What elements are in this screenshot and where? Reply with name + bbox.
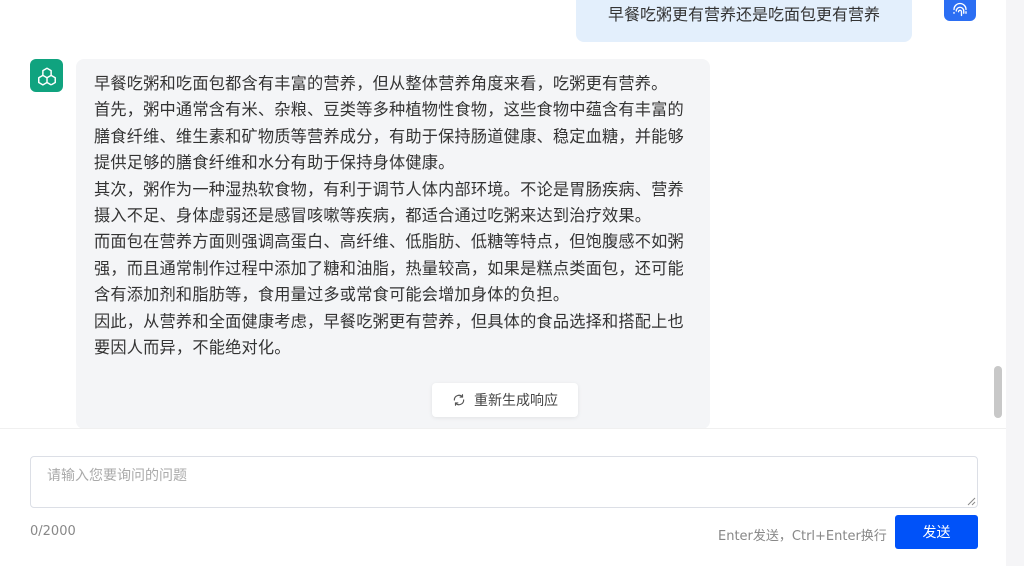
char-count: 0/2000 bbox=[30, 524, 76, 539]
keyboard-hint: Enter发送，Ctrl+Enter换行 bbox=[718, 529, 887, 544]
resize-handle-icon[interactable] bbox=[966, 496, 976, 506]
user-message-bubble: 早餐吃粥更有营养还是吃面包更有营养 bbox=[576, 0, 912, 42]
input-area: 0/2000 Enter发送，Ctrl+Enter换行 发送 bbox=[0, 428, 1006, 566]
user-avatar bbox=[944, 0, 976, 21]
question-input[interactable] bbox=[30, 456, 978, 508]
scrollbar-thumb[interactable] bbox=[994, 366, 1002, 418]
assistant-avatar bbox=[30, 59, 63, 92]
assistant-paragraph: 而面包在营养方面则强调高蛋白、高纤维、低脂肪、低糖等特点，但饱腹感不如粥强，而且… bbox=[94, 232, 684, 305]
assistant-paragraph: 因此，从营养和全面健康考虑，早餐吃粥更有营养，但具体的食品选择和搭配上也要因人而… bbox=[94, 311, 684, 358]
regenerate-button[interactable]: 重新生成响应 bbox=[432, 383, 578, 417]
user-message-text: 早餐吃粥更有营养还是吃面包更有营养 bbox=[607, 5, 880, 24]
assistant-paragraph: 其次，粥作为一种湿热软食物，有利于调节人体内部环境。不论是胃肠疾病、营养摄入不足… bbox=[94, 179, 684, 226]
regenerate-label: 重新生成响应 bbox=[474, 393, 558, 409]
assistant-message-text: 早餐吃粥和吃面包都含有丰富的营养，但从整体营养角度来看，吃粥更有营养。 首先，粥… bbox=[94, 71, 690, 361]
openai-logo-icon bbox=[37, 66, 56, 86]
chat-panel: 早餐吃粥更有营养还是吃面包更有营养 早餐吃粥和吃面包都含有丰富的营养，但从整体营… bbox=[0, 0, 1006, 566]
send-button[interactable]: 发送 bbox=[895, 515, 978, 549]
assistant-message-bubble: 早餐吃粥和吃面包都含有丰富的营养，但从整体营养角度来看，吃粥更有营养。 首先，粥… bbox=[76, 59, 710, 429]
refresh-icon bbox=[453, 394, 465, 406]
fingerprint-icon bbox=[953, 2, 967, 16]
assistant-paragraph: 早餐吃粥和吃面包都含有丰富的营养，但从整体营养角度来看，吃粥更有营养。 bbox=[94, 74, 668, 93]
assistant-paragraph: 首先，粥中通常含有米、杂粮、豆类等多种植物性食物，这些食物中蕴含有丰富的膳食纤维… bbox=[94, 100, 684, 173]
